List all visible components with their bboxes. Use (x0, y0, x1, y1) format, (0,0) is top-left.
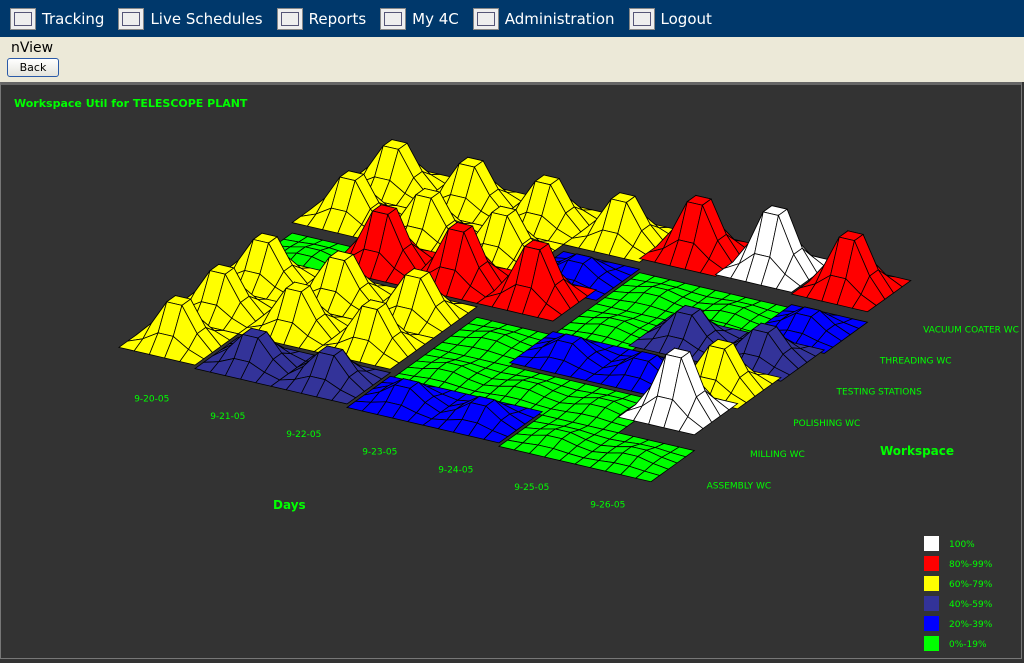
y-axis-title: Workspace (880, 444, 954, 458)
legend-label: 80%-99% (949, 560, 993, 570)
nav-my-4c[interactable]: My 4C (380, 7, 459, 30)
workspace-tick-label: VACUUM COATER WC (923, 325, 1019, 335)
nav-label: Tracking (42, 9, 105, 28)
nav-label: Logout (660, 9, 712, 28)
legend-swatch (924, 556, 939, 571)
day-tick-label: 9-20-05 (134, 395, 169, 405)
day-tick-label: 9-22-05 (286, 430, 321, 440)
chart-title: Workspace Util for TELESCOPE PLANT (14, 97, 248, 110)
day-tick-label: 9-23-05 (362, 448, 397, 458)
tracking-chart-icon (10, 7, 36, 30)
keyboard-icon (472, 7, 499, 30)
legend-swatch (924, 576, 939, 591)
page-title: nView (11, 40, 54, 56)
legend-label: 100% (949, 540, 975, 550)
nav-tracking[interactable]: Tracking (10, 7, 105, 30)
my4c-icon (380, 7, 407, 30)
nav-administration[interactable]: Administration (472, 7, 615, 30)
nav-logout[interactable]: Logout (628, 7, 712, 30)
legend-label: 40%-59% (949, 600, 993, 610)
day-tick-label: 9-24-05 (438, 465, 473, 475)
workspace-tick-label: MILLING WC (750, 450, 805, 460)
legend-swatch (924, 596, 939, 611)
legend-label: 60%-79% (949, 580, 993, 590)
reports-bars-icon (276, 7, 303, 30)
legend-label: 20%-39% (949, 620, 993, 630)
calendar-icon (118, 7, 145, 30)
workspace-tick-label: TESTING STATIONS (836, 388, 923, 398)
legend-label: 0%-19% (949, 640, 987, 650)
workspace-tick-label: POLISHING WC (793, 419, 860, 429)
day-tick-label: 9-25-05 (514, 483, 549, 493)
top-nav: Tracking Live Schedules Reports My 4C Admini… (0, 0, 1024, 37)
legend-swatch (924, 616, 939, 631)
day-tick-label: 9-21-05 (210, 412, 245, 422)
utilization-surface-chart: Workspace Util for TELESCOPE PLANT 9-20-… (14, 97, 1019, 651)
legend-swatch (924, 636, 939, 651)
logout-door-icon (628, 7, 655, 30)
chart-panel: Workspace Util for TELESCOPE PLANT 9-20-… (0, 82, 1022, 659)
nav-reports[interactable]: Reports (276, 7, 367, 30)
page-header: nView Back (0, 37, 1024, 82)
nav-label: My 4C (412, 9, 459, 28)
nav-live-schedules[interactable]: Live Schedules (118, 7, 263, 30)
back-button[interactable]: Back (7, 58, 59, 77)
nav-label: Reports (308, 9, 367, 28)
workspace-tick-label: ASSEMBLY WC (707, 481, 772, 491)
workspace-tick-label: THREADING WC (879, 357, 952, 367)
legend-swatch (924, 536, 939, 551)
day-tick-label: 9-26-05 (590, 501, 625, 511)
nav-label: Live Schedules (150, 9, 263, 28)
nav-label: Administration (504, 9, 615, 28)
x-axis-title: Days (273, 498, 306, 512)
